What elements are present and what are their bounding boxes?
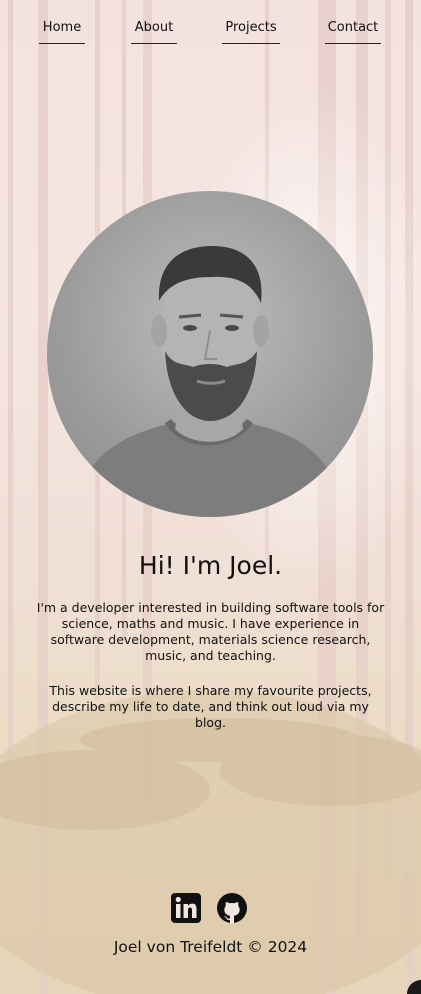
- nav-contact-link[interactable]: Contact: [325, 19, 381, 44]
- intro-paragraph: I'm a developer interested in building s…: [36, 600, 385, 663]
- website-description-paragraph: This website is where I share my favouri…: [49, 683, 372, 730]
- page-heading: Hi! I'm Joel.: [138, 551, 283, 580]
- linkedin-icon[interactable]: [171, 893, 201, 923]
- nav-home-link[interactable]: Home: [39, 19, 85, 44]
- nav-projects-link[interactable]: Projects: [222, 19, 280, 44]
- top-nav: Home About Projects Contact: [0, 0, 421, 50]
- github-icon[interactable]: [217, 893, 247, 923]
- nav-about-link[interactable]: About: [131, 19, 177, 44]
- portrait-illustration: [67, 246, 347, 517]
- footer-copyright: Joel von Treifeldt © 2024: [113, 938, 308, 956]
- profile-photo: [47, 191, 373, 517]
